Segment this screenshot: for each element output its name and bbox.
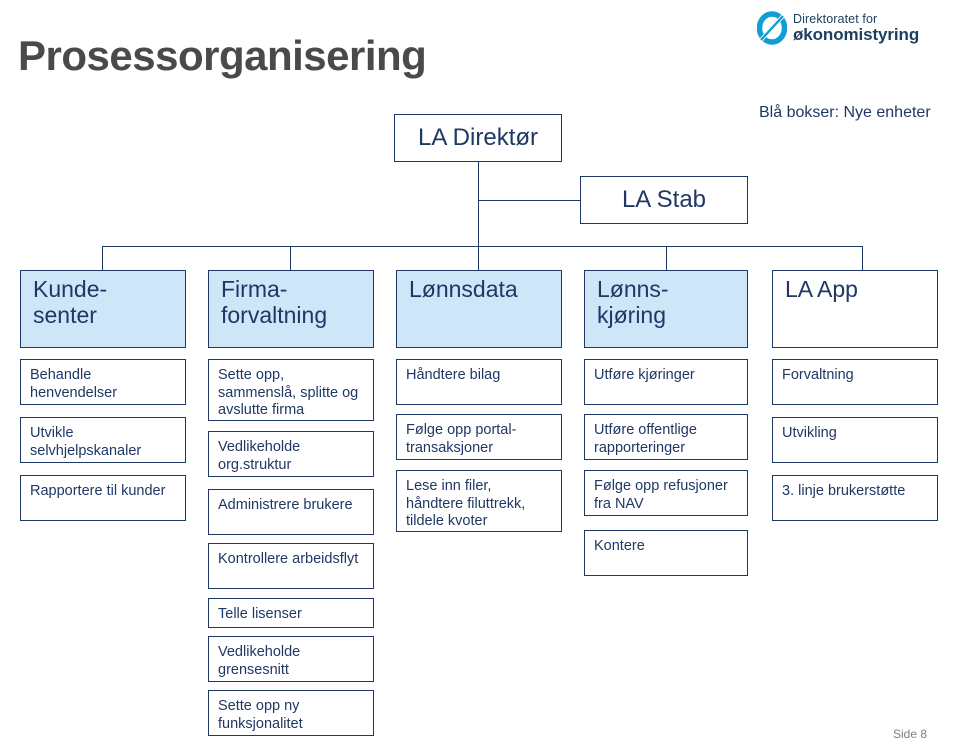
- task-box[interactable]: Vedlikeholde org.struktur: [208, 431, 374, 477]
- connector-drop-2: [290, 246, 291, 270]
- task-box[interactable]: Utvikle selvhjelpskanaler: [20, 417, 186, 463]
- task-label: 3. linje brukerstøtte: [782, 483, 906, 499]
- task-label: Utføre kjøringer: [594, 367, 695, 383]
- task-box[interactable]: Kontere: [584, 530, 748, 576]
- connector-drop-1: [102, 246, 103, 270]
- connector-director-trunk: [478, 162, 479, 246]
- task-label: Vedlikeholde org.struktur: [218, 439, 301, 473]
- task-box[interactable]: Rapportere til kunder: [20, 475, 186, 521]
- connector-director-to-stab: [478, 200, 580, 201]
- unit-header-lonnskjoring[interactable]: Lønns-kjøring: [584, 270, 748, 348]
- task-box[interactable]: Utføre kjøringer: [584, 359, 748, 405]
- task-box[interactable]: Sette opp ny funksjonalitet: [208, 690, 374, 736]
- task-label: Behandle henvendelser: [30, 367, 118, 401]
- node-la-direktor[interactable]: LA Direktør: [394, 114, 562, 162]
- node-la-stab-label: LA Stab: [621, 186, 707, 213]
- task-label: Utvikle selvhjelpskanaler: [30, 425, 142, 459]
- task-label: Lese inn filer, håndtere filuttrekk, til…: [406, 478, 526, 530]
- logo-line-1: Direktoratet for: [793, 11, 878, 26]
- task-label: Utvikling: [782, 425, 837, 441]
- connector-drop-4: [666, 246, 667, 270]
- slashed-o-icon: [757, 11, 787, 45]
- task-box[interactable]: Utføre offentlige rapporteringer: [584, 414, 748, 460]
- task-label: Utføre offentlige rapporteringer: [594, 422, 697, 456]
- unit-header-firmaforvaltning[interactable]: Firma-forvaltning: [208, 270, 374, 348]
- task-label: Administrere brukere: [218, 497, 353, 513]
- node-la-direktor-label: LA Direktør: [417, 124, 539, 151]
- task-label: Sette opp ny funksjonalitet: [218, 698, 303, 732]
- task-label: Forvaltning: [782, 367, 854, 383]
- unit-header-kundesenter[interactable]: Kunde-senter: [20, 270, 186, 348]
- unit-label: LA App: [785, 276, 858, 302]
- task-label: Telle lisenser: [218, 606, 302, 622]
- unit-label: Firma-forvaltning: [221, 276, 328, 328]
- task-box[interactable]: 3. linje brukerstøtte: [772, 475, 938, 521]
- task-label: Rapportere til kunder: [30, 483, 166, 499]
- task-label: Kontere: [594, 538, 645, 554]
- unit-label: Lønnsdata: [409, 276, 518, 302]
- unit-header-lonnsdata[interactable]: Lønnsdata: [396, 270, 562, 348]
- slide-canvas: Direktoratet for økonomistyring Prosesso…: [0, 0, 959, 749]
- task-box[interactable]: Telle lisenser: [208, 598, 374, 628]
- task-box[interactable]: Administrere brukere: [208, 489, 374, 535]
- task-box[interactable]: Håndtere bilag: [396, 359, 562, 405]
- slide-number: Side 8: [893, 727, 928, 741]
- connector-bus: [102, 246, 862, 247]
- task-box[interactable]: Behandle henvendelser: [20, 359, 186, 405]
- connector-drop-5: [862, 246, 863, 270]
- task-label: Vedlikeholde grensesnitt: [218, 644, 301, 678]
- task-label: Kontrollere arbeidsflyt: [218, 551, 359, 567]
- task-label: Følge opp portal-transaksjoner: [406, 422, 517, 456]
- logo-wordmark: Direktoratet for økonomistyring: [793, 13, 919, 43]
- organization-logo: Direktoratet for økonomistyring: [757, 6, 919, 50]
- connector-drop-3: [478, 246, 479, 270]
- legend-note: Blå bokser: Nye enheter: [759, 104, 931, 121]
- task-box[interactable]: Kontrollere arbeidsflyt: [208, 543, 374, 589]
- unit-header-la-app[interactable]: LA App: [772, 270, 938, 348]
- unit-label: Lønns-kjøring: [597, 276, 669, 328]
- page-title: Prosessorganisering: [18, 32, 427, 79]
- task-label: Følge opp refusjoner fra NAV: [594, 478, 728, 512]
- task-box[interactable]: Sette opp, sammenslå, splitte og avslutt…: [208, 359, 374, 421]
- task-box[interactable]: Følge opp portal-transaksjoner: [396, 414, 562, 460]
- task-box[interactable]: Forvaltning: [772, 359, 938, 405]
- node-la-stab[interactable]: LA Stab: [580, 176, 748, 224]
- task-box[interactable]: Lese inn filer, håndtere filuttrekk, til…: [396, 470, 562, 532]
- unit-label: Kunde-senter: [33, 276, 108, 328]
- task-label: Sette opp, sammenslå, splitte og avslutt…: [218, 367, 359, 419]
- task-box[interactable]: Utvikling: [772, 417, 938, 463]
- task-box[interactable]: Vedlikeholde grensesnitt: [208, 636, 374, 682]
- task-box[interactable]: Følge opp refusjoner fra NAV: [584, 470, 748, 516]
- task-label: Håndtere bilag: [406, 367, 501, 383]
- logo-line-2: økonomistyring: [793, 24, 920, 44]
